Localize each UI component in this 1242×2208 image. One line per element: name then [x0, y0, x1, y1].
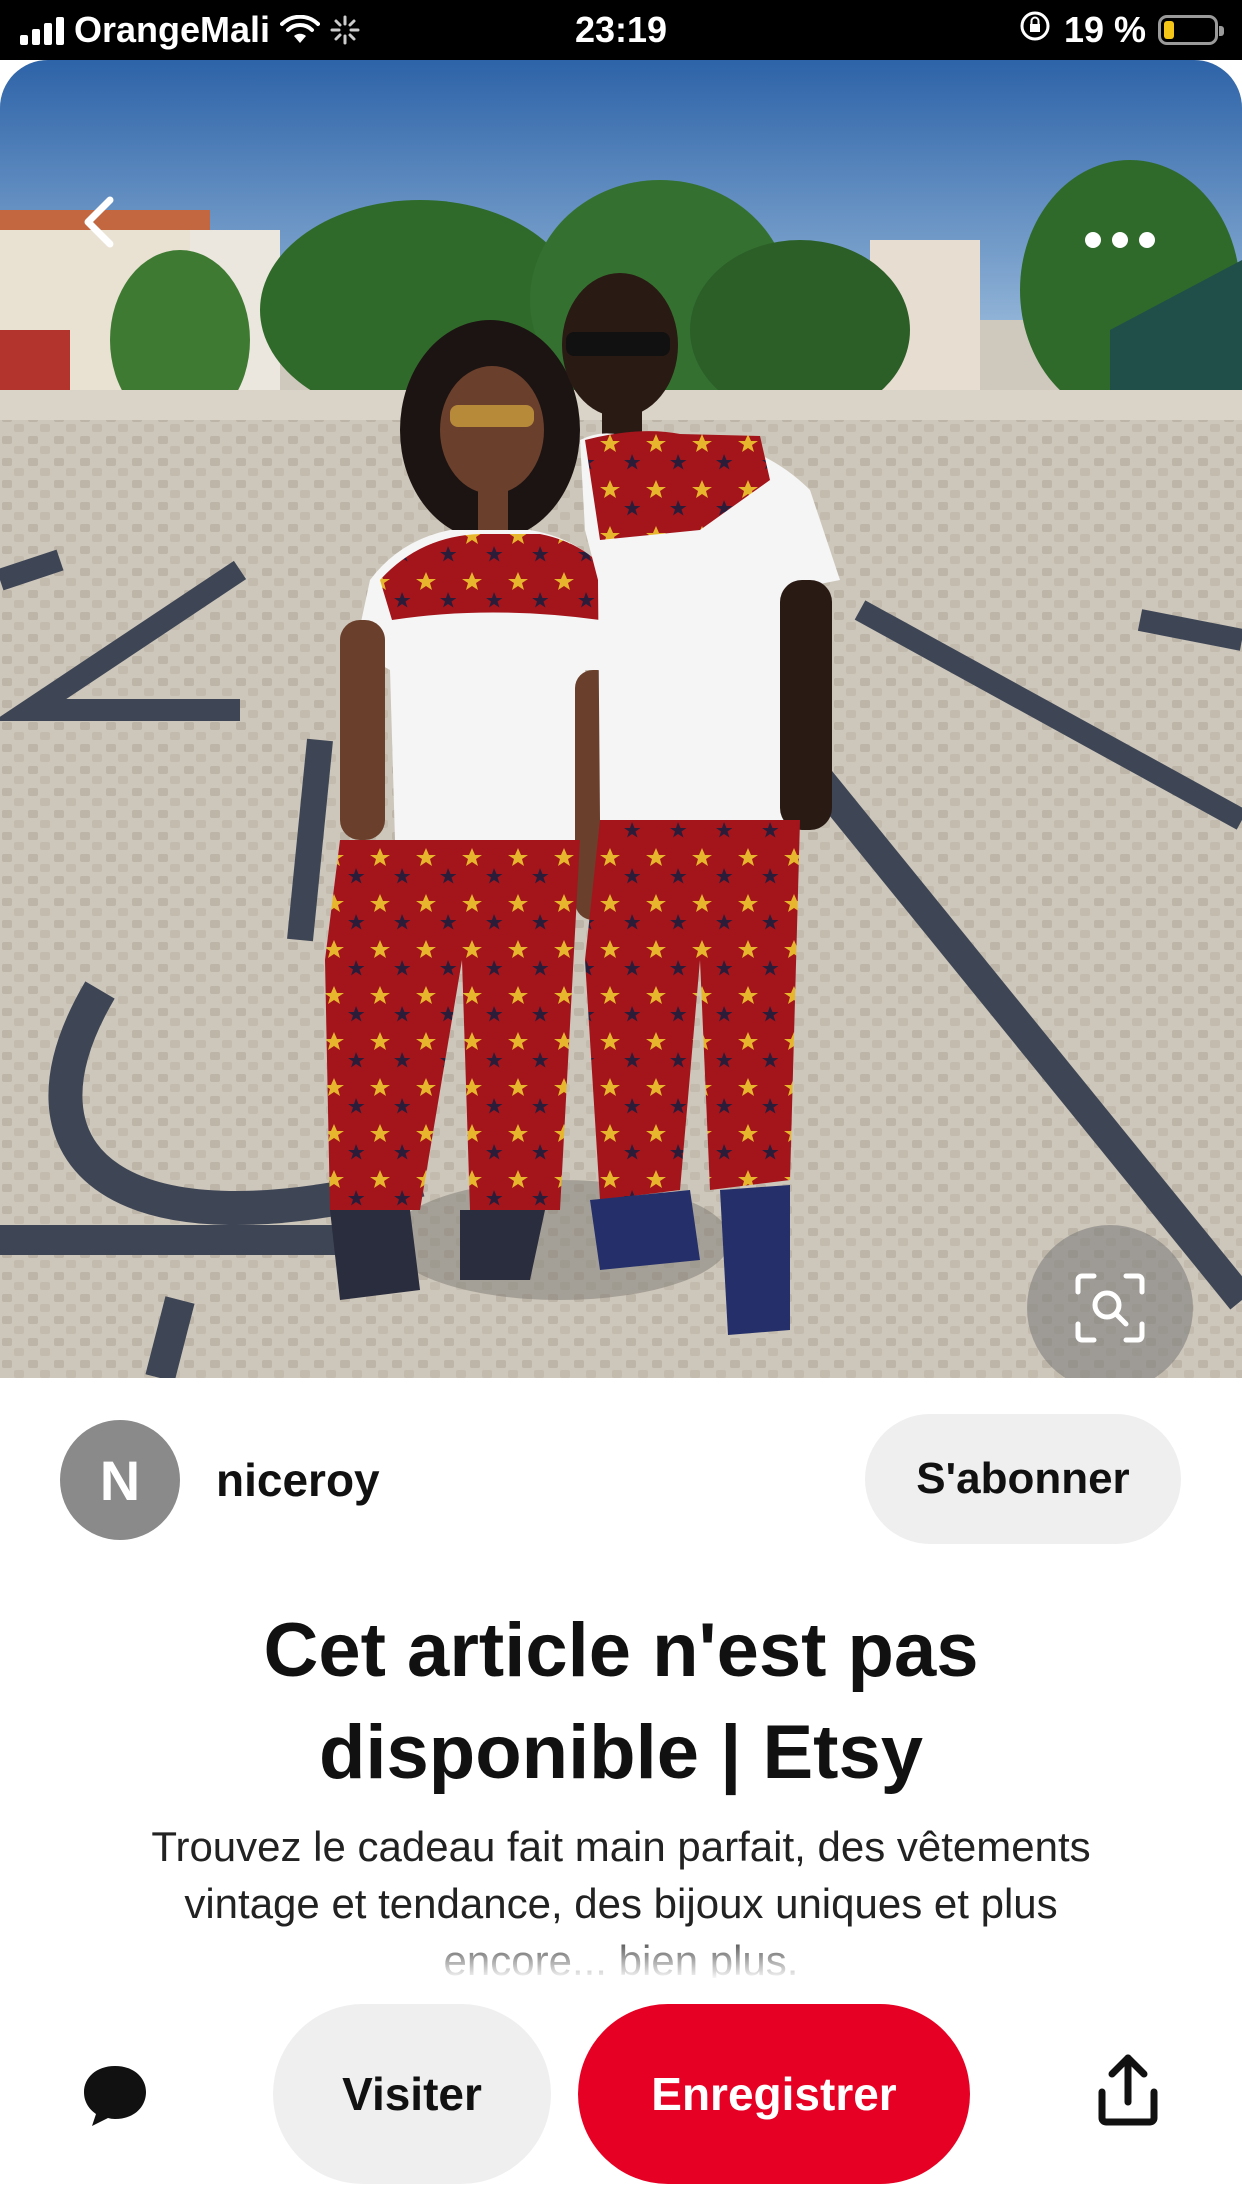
comment-icon: [84, 2066, 146, 2126]
visual-search-icon: [1075, 1273, 1145, 1343]
pin-image[interactable]: [0, 60, 1242, 1378]
save-button[interactable]: Enregistrer: [578, 2004, 970, 2184]
status-bar: OrangeMali 23:19 19 %: [0, 0, 1242, 60]
pin-photo: [0, 60, 1242, 1378]
pin-title: Cet article n'est pas disponible | Etsy: [263, 1608, 979, 1795]
action-bar: Visiter Enregistrer: [0, 1980, 1242, 2208]
status-right: 19 %: [1018, 0, 1224, 60]
share-icon: [1098, 2054, 1158, 2126]
pin-detail-screen: OrangeMali 23:19 19 % N niceroy S'abonne…: [0, 0, 1242, 2208]
creator-name[interactable]: niceroy: [216, 1450, 380, 1510]
more-horizontal-icon: [1085, 232, 1101, 248]
comment-button[interactable]: [80, 2062, 150, 2128]
follow-button[interactable]: S'abonner: [865, 1414, 1181, 1544]
visit-button[interactable]: Visiter: [273, 2004, 551, 2184]
share-button[interactable]: [1096, 2052, 1160, 2128]
description-fade: [0, 1930, 1242, 1980]
avatar[interactable]: N: [60, 1420, 180, 1540]
battery-icon: [1158, 15, 1224, 45]
chevron-left-icon: [84, 196, 114, 248]
back-button[interactable]: [70, 190, 134, 254]
battery-level: [1164, 21, 1175, 39]
visual-search-button[interactable]: [1027, 1225, 1193, 1378]
orientation-lock-icon: [1018, 9, 1052, 52]
more-options-button[interactable]: [1085, 220, 1155, 260]
battery-percentage: 19 %: [1063, 9, 1146, 50]
